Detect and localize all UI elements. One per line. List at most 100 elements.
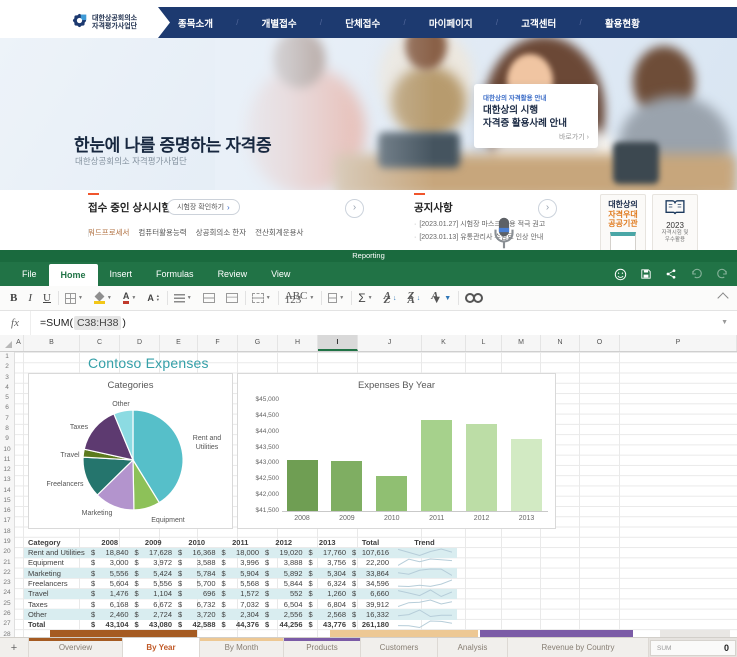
sheet-grid[interactable]: 1234567891011121314151617181920212223242… <box>0 352 737 637</box>
underline-icon[interactable]: U <box>43 292 51 304</box>
column-header-J[interactable]: J <box>358 335 422 351</box>
edit-icon[interactable]: ▼ <box>252 293 271 303</box>
notice-next-arrow-button[interactable]: › <box>538 199 557 218</box>
column-header-N[interactable]: N <box>541 335 580 351</box>
ribbon-tab-insert[interactable]: Insert <box>98 262 145 286</box>
status-sum[interactable]: SUM0 <box>650 640 736 656</box>
row-header[interactable]: 19 <box>0 537 14 547</box>
column-header-P[interactable]: P <box>620 335 737 351</box>
ribbon-tab-view[interactable]: View <box>259 262 302 286</box>
promo-card[interactable]: 대한상의 자격활용 안내 대한상의 시행 자격증 활용사례 안내 바로가기 › <box>474 84 598 148</box>
filter-icon[interactable]: A▼▼ <box>431 294 451 303</box>
number-format-icon[interactable]: ABC123▼ <box>285 294 315 303</box>
ribbon-tab-file[interactable]: File <box>10 262 49 286</box>
sum-icon[interactable]: Σ▼ <box>358 291 372 305</box>
fill-color-icon[interactable]: ▼ <box>94 293 112 304</box>
row-header[interactable]: 22 <box>0 568 14 578</box>
sheet-tab-revenue-by-country[interactable]: Revenue by Country <box>508 638 649 657</box>
table-row[interactable]: Total$43,104$43,080$42,588$44,376$44,256… <box>24 620 457 630</box>
italic-icon[interactable]: I <box>28 292 32 304</box>
sheet-tab-customers[interactable]: Customers <box>361 638 438 657</box>
row-header[interactable]: 17 <box>0 516 14 526</box>
redo-icon[interactable] <box>716 268 729 280</box>
borders-icon[interactable]: ▼ <box>65 293 83 304</box>
bar-chart[interactable]: Expenses By Year $45,000$44,500$44,000$4… <box>237 373 556 529</box>
share-icon[interactable] <box>665 268 677 280</box>
nav-item[interactable]: 활용현황 <box>605 16 640 30</box>
row-header[interactable]: 4 <box>0 383 14 393</box>
row-header[interactable]: 1 <box>0 352 14 362</box>
text-size-icon[interactable]: A▲▼ <box>147 293 159 303</box>
nav-item[interactable]: 고객센터 <box>521 16 556 30</box>
row-header[interactable]: 15 <box>0 496 14 506</box>
wrap-icon[interactable] <box>226 293 238 303</box>
column-header-A[interactable]: A <box>14 335 24 351</box>
exam-link[interactable]: 상공회의소 한자 <box>196 227 246 238</box>
sort-asc-icon[interactable]: AZ↓ <box>384 294 397 303</box>
row-header[interactable]: 12 <box>0 465 14 475</box>
exam-venue-button[interactable]: 시험장 확인하기› <box>167 199 240 215</box>
row-header[interactable]: 27 <box>0 619 14 629</box>
promo-link[interactable]: 바로가기 › <box>559 132 589 142</box>
column-header-I[interactable]: I <box>318 335 358 351</box>
exam-link[interactable]: 워드프로세서 <box>88 227 129 238</box>
pie-chart[interactable]: Categories Rent andUtilitiesEquipmentMar… <box>28 373 233 529</box>
sheet-tab-analysis[interactable]: Analysis <box>438 638 508 657</box>
row-header[interactable]: 7 <box>0 414 14 424</box>
nav-item[interactable]: 개별접수 <box>262 16 297 30</box>
notice-item[interactable]: ·[2023.01.13] 유통관리사 수험료 인상 안내 <box>414 231 545 244</box>
row-header[interactable]: 5 <box>0 393 14 403</box>
align-icon[interactable]: ▼ <box>174 294 192 303</box>
row-header[interactable]: 28 <box>0 630 14 637</box>
exam-link[interactable]: 전산회계운용사 <box>255 227 303 238</box>
font-color-icon[interactable]: A▼ <box>123 292 136 304</box>
sort-desc-icon[interactable]: ZA↓ <box>407 294 420 303</box>
notice-item[interactable]: ·[2023.01.27] 시험장 마스크 착용 적극 권고 <box>414 218 545 231</box>
select-all-corner[interactable] <box>0 335 14 351</box>
bold-icon[interactable]: B <box>10 292 17 304</box>
column-header-K[interactable]: K <box>422 335 466 351</box>
row-header[interactable]: 10 <box>0 445 14 455</box>
paste-special-icon[interactable]: ▼ <box>328 293 344 303</box>
brand-logo[interactable]: 대한상공회의소 자격평가사업단 <box>64 7 170 38</box>
ribbon-tab-home[interactable]: Home <box>49 264 98 286</box>
formula-input[interactable]: =SUM( C38:H38 ) <box>40 316 126 330</box>
column-header-E[interactable]: E <box>160 335 198 351</box>
nav-item[interactable]: 마이페이지 <box>429 16 473 30</box>
find-icon[interactable] <box>465 293 481 303</box>
row-header[interactable]: 24 <box>0 588 14 598</box>
exam-next-arrow-button[interactable]: › <box>345 199 364 218</box>
row-header[interactable]: 11 <box>0 455 14 465</box>
row-header[interactable]: 8 <box>0 424 14 434</box>
smiley-icon[interactable] <box>614 268 627 281</box>
column-header-M[interactable]: M <box>502 335 541 351</box>
row-header[interactable]: 14 <box>0 486 14 496</box>
column-header-D[interactable]: D <box>120 335 160 351</box>
row-header[interactable]: 18 <box>0 527 14 537</box>
exam-link[interactable]: 컴퓨터활용능력 <box>138 227 186 238</box>
formula-dropdown-icon[interactable]: ▼ <box>721 319 728 326</box>
row-header[interactable]: 20 <box>0 547 14 557</box>
column-header-F[interactable]: F <box>198 335 238 351</box>
undo-icon[interactable] <box>690 268 703 280</box>
column-header-G[interactable]: G <box>238 335 278 351</box>
sheet-tab-by-month[interactable]: By Month <box>200 638 284 657</box>
save-icon[interactable] <box>640 268 652 280</box>
column-header-L[interactable]: L <box>466 335 502 351</box>
sheet-tab-by-year[interactable]: By Year <box>123 638 200 657</box>
row-header[interactable]: 6 <box>0 403 14 413</box>
row-header[interactable]: 25 <box>0 599 14 609</box>
row-header[interactable]: 26 <box>0 609 14 619</box>
banner-card-public-agency[interactable]: 대한상의 자격우대 공공기관 <box>600 194 646 250</box>
ribbon-tab-formulas[interactable]: Formulas <box>144 262 206 286</box>
column-header-O[interactable]: O <box>580 335 620 351</box>
row-header[interactable]: 9 <box>0 434 14 444</box>
row-header[interactable]: 21 <box>0 558 14 568</box>
banner-card-2023-guide[interactable]: 2023 자격시험 및 우수활용 <box>652 194 698 250</box>
column-header-C[interactable]: C <box>80 335 120 351</box>
sheet-tab-overview[interactable]: Overview <box>29 638 123 657</box>
nav-item[interactable]: 종목소개 <box>178 16 213 30</box>
row-header[interactable]: 2 <box>0 362 14 372</box>
row-header[interactable]: 16 <box>0 506 14 516</box>
row-header[interactable]: 23 <box>0 578 14 588</box>
